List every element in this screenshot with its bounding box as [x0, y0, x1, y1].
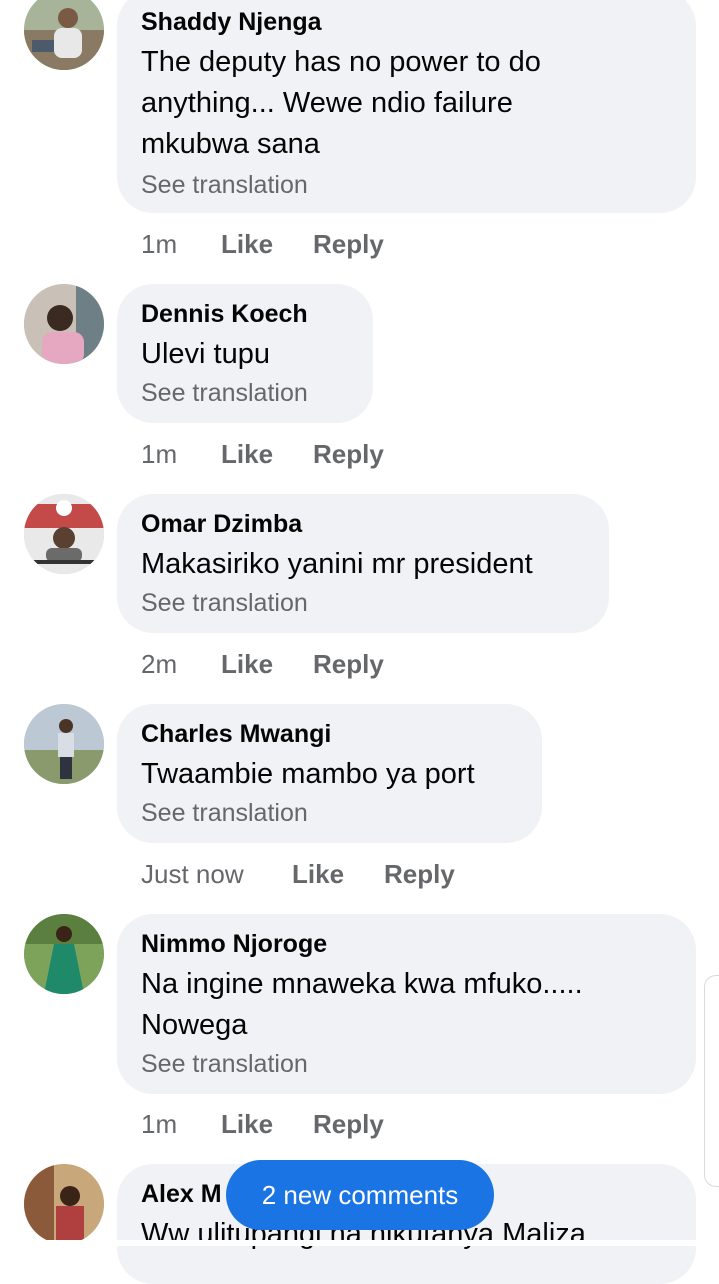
reply-button[interactable]: Reply — [313, 1109, 384, 1140]
like-button[interactable]: Like — [221, 229, 273, 260]
comment-author[interactable]: Omar Dzimba — [141, 510, 302, 539]
comment-author[interactable]: Nimmo Njoroge — [141, 930, 327, 959]
like-button[interactable]: Like — [221, 439, 273, 470]
profile-photo-icon — [24, 1164, 104, 1244]
reply-button[interactable]: Reply — [313, 439, 384, 470]
comment-timestamp: 1m — [141, 229, 178, 259]
comment-timestamp: 1m — [141, 1109, 178, 1139]
reply-button[interactable]: Reply — [313, 229, 384, 260]
avatar[interactable] — [24, 704, 104, 784]
viewport-bottom-edge — [0, 1240, 719, 1246]
comment-bubble: Charles Mwangi Twaambie mambo ya port Se… — [117, 704, 542, 843]
avatar[interactable] — [24, 1164, 104, 1244]
comment-timestamp: Just now — [141, 859, 244, 889]
comment-text-line: The deputy has no power to do — [141, 46, 541, 78]
comment-author[interactable]: Shaddy Njenga — [141, 8, 322, 37]
comment-timestamp: 2m — [141, 649, 178, 679]
new-comments-button[interactable]: 2 new comments — [226, 1160, 494, 1230]
comment-timestamp: 1m — [141, 439, 178, 469]
profile-photo-icon — [24, 914, 104, 994]
like-button[interactable]: Like — [292, 859, 344, 890]
profile-photo-icon — [24, 704, 104, 784]
see-translation-link[interactable]: See translation — [141, 1050, 308, 1079]
profile-photo-icon — [24, 0, 104, 70]
comment-author[interactable]: Dennis Koech — [141, 300, 308, 329]
reply-button[interactable]: Reply — [384, 859, 455, 890]
avatar[interactable] — [24, 0, 104, 70]
profile-photo-icon — [24, 284, 104, 364]
comment-bubble: Nimmo Njoroge Na ingine mnaweka kwa mfuk… — [117, 914, 696, 1094]
see-translation-link[interactable]: See translation — [141, 799, 308, 828]
like-button[interactable]: Like — [221, 1109, 273, 1140]
comment-text-line: Na ingine mnaweka kwa mfuko..... — [141, 968, 583, 1000]
comment-bubble: Omar Dzimba Makasiriko yanini mr preside… — [117, 494, 609, 633]
comment-text-line: Nowega — [141, 1009, 248, 1041]
comment-author[interactable]: Charles Mwangi — [141, 720, 331, 749]
avatar[interactable] — [24, 284, 104, 364]
comment-text-line: Ulevi tupu — [141, 338, 270, 370]
scroll-handle[interactable] — [704, 975, 719, 1187]
comment-bubble: Dennis Koech Ulevi tupu See translation — [117, 284, 373, 423]
avatar[interactable] — [24, 494, 104, 574]
comment-author[interactable]: Alex M — [141, 1180, 222, 1209]
comment-text-line: Twaambie mambo ya port — [141, 758, 475, 790]
comment-text-line: mkubwa sana — [141, 128, 320, 160]
see-translation-link[interactable]: See translation — [141, 171, 308, 200]
comment-text-line: Makasiriko yanini mr president — [141, 548, 533, 580]
comment-text-line: anything... Wewe ndio failure — [141, 87, 513, 119]
comment-bubble: Shaddy Njenga The deputy has no power to… — [117, 0, 696, 213]
see-translation-link[interactable]: See translation — [141, 589, 308, 618]
avatar[interactable] — [24, 914, 104, 994]
profile-photo-icon — [24, 494, 104, 574]
reply-button[interactable]: Reply — [313, 649, 384, 680]
see-translation-link[interactable]: See translation — [141, 379, 308, 408]
like-button[interactable]: Like — [221, 649, 273, 680]
